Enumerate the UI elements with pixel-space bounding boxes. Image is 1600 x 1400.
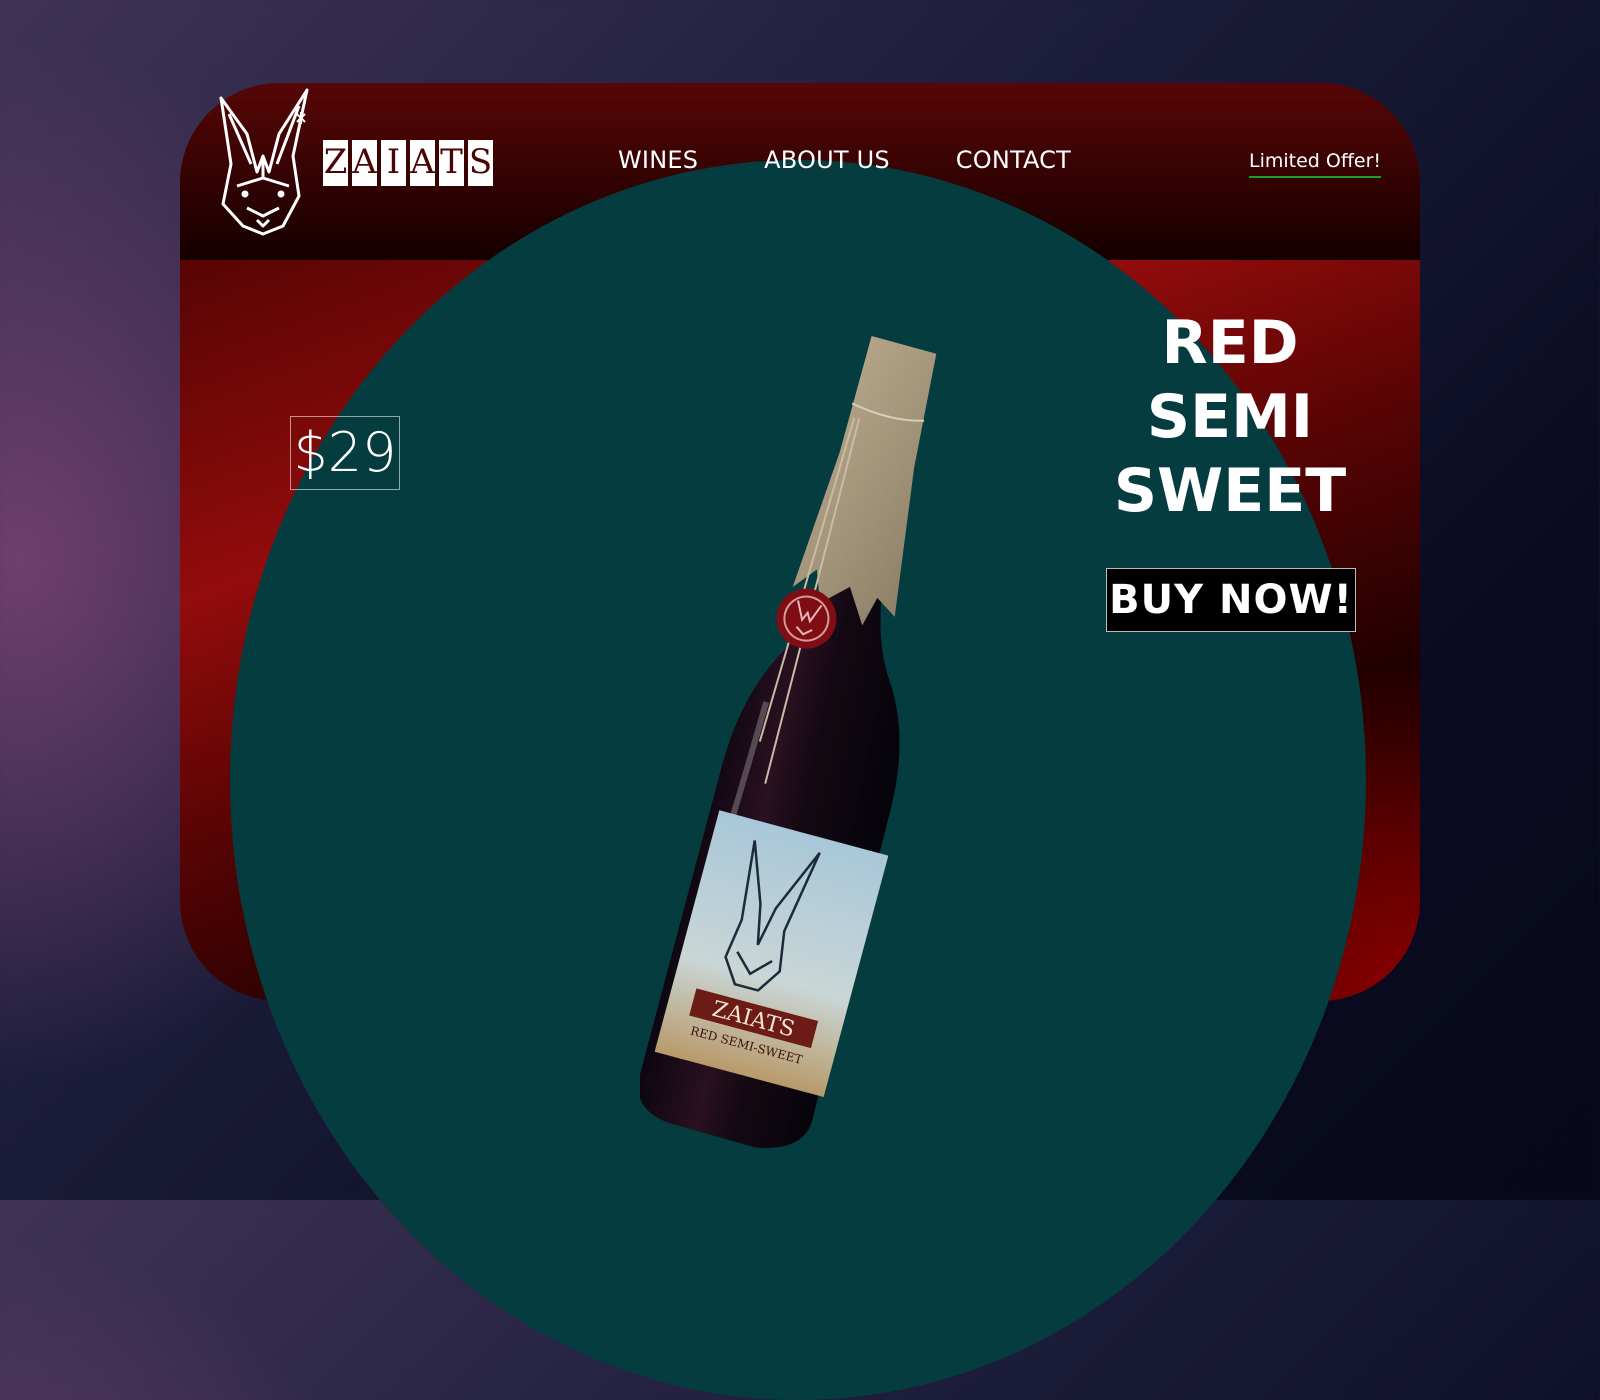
rabbit-logo-icon bbox=[219, 88, 309, 236]
product-title: RED SEMI SWEET bbox=[1100, 306, 1360, 528]
limited-offer-link[interactable]: Limited Offer! bbox=[1249, 150, 1382, 178]
brand-wordmark: Z A I A T S bbox=[323, 140, 493, 186]
logo-letter: Z bbox=[323, 140, 348, 186]
logo-letter: A bbox=[410, 140, 435, 186]
price-tag: $29 bbox=[290, 416, 400, 490]
logo-letter: I bbox=[381, 140, 406, 186]
nav-item-wines[interactable]: WINES bbox=[618, 146, 698, 174]
main-nav: WINES ABOUT US CONTACT bbox=[618, 146, 1071, 174]
logo-letter: A bbox=[352, 140, 377, 186]
buy-now-button[interactable]: BUY NOW! bbox=[1106, 568, 1356, 632]
product-title-line: RED bbox=[1161, 308, 1299, 378]
wine-bottle-image: ZAIATS RED SEMI-SWEET bbox=[640, 335, 937, 1148]
brand-logo[interactable]: Z A I A T S bbox=[213, 86, 493, 236]
logo-letter: S bbox=[468, 140, 493, 186]
product-title-line: SEMI bbox=[1146, 382, 1314, 452]
product-title-line: SWEET bbox=[1113, 456, 1347, 526]
logo-letter: T bbox=[439, 140, 464, 186]
nav-item-about-us[interactable]: ABOUT US bbox=[764, 146, 890, 174]
nav-item-contact[interactable]: CONTACT bbox=[956, 146, 1071, 174]
